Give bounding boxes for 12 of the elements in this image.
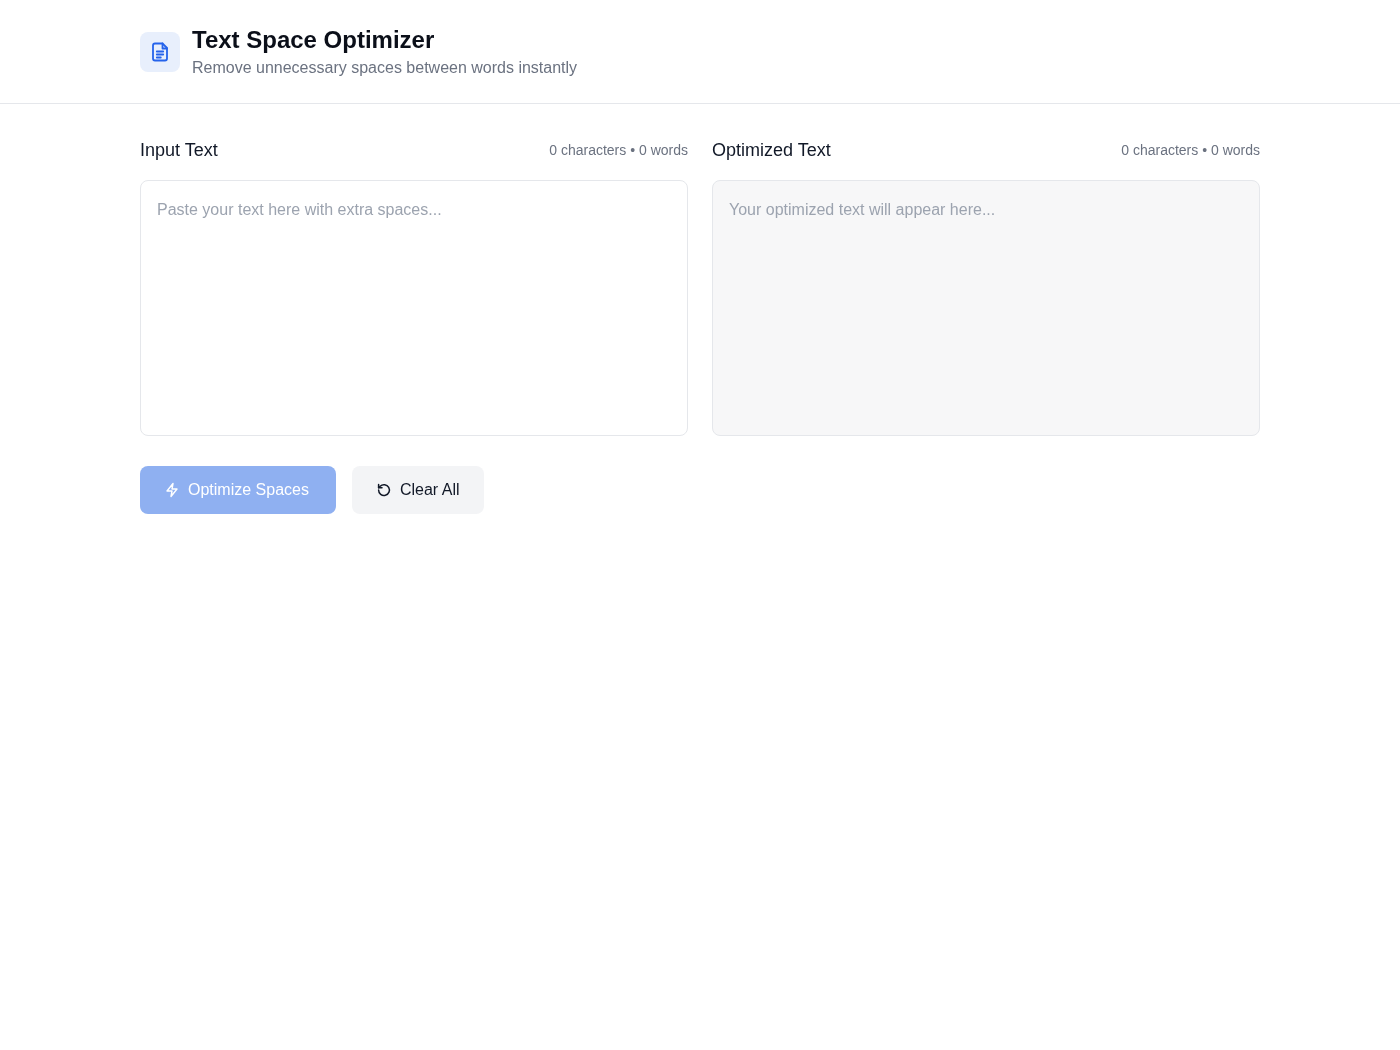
reset-icon <box>375 482 392 498</box>
character-word-count: 0 characters • 0 words <box>1121 142 1260 158</box>
panel-label: Input Text <box>140 139 218 161</box>
output-text-field[interactable]: Your optimized text will appear here... <box>712 180 1260 436</box>
lightning-icon <box>164 482 180 498</box>
panel-label: Optimized Text <box>712 139 831 161</box>
clear-all-button[interactable]: Clear All <box>351 466 484 514</box>
app-title: Text Space Optimizer <box>192 26 436 54</box>
document-icon <box>140 32 180 72</box>
input-text-field[interactable]: Paste your text here with extra spaces... <box>140 180 688 436</box>
app-subtitle: Remove unnecessary spaces between words instantly <box>192 58 578 78</box>
character-word-count: 0 characters • 0 words <box>549 142 688 158</box>
